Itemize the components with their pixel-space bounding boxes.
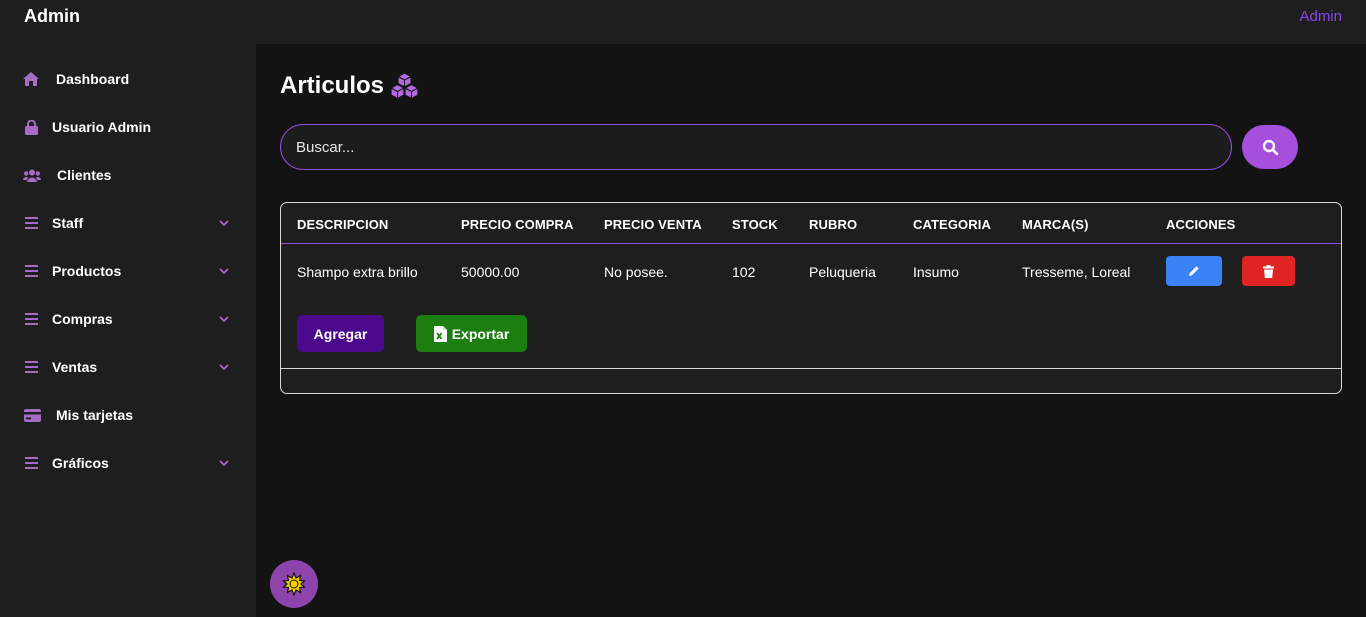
export-button[interactable]: Exportar [416,315,527,352]
sidebar-item-dashboard[interactable]: Dashboard [0,59,256,99]
delete-button[interactable] [1242,256,1295,286]
search-icon [1262,139,1278,155]
menu-icon [23,215,39,231]
cell-rubro: Peluqueria [809,264,876,280]
column-header-rubro: RUBRO [809,217,858,232]
search-button[interactable] [1242,125,1298,169]
home-icon [23,71,39,87]
sidebar-item-mis-tarjetas[interactable]: Mis tarjetas [0,395,256,435]
chevron-down-icon [219,220,229,227]
cell-marcas: Tresseme, Loreal [1022,264,1131,280]
sidebar-item-staff[interactable]: Staff [0,203,256,243]
menu-icon [23,263,39,279]
sidebar-item-label: Mis tarjetas [56,407,134,423]
table-row: Shampo extra brillo 50000.00 No posee. 1… [281,245,1341,297]
column-header-categoria: CATEGORIA [913,217,991,232]
column-header-descripcion: DESCRIPCION [297,217,389,232]
theme-toggle-button[interactable] [270,560,318,608]
sidebar-item-label: Gráficos [52,455,109,471]
sidebar-item-usuario-admin[interactable]: Usuario Admin [0,107,256,147]
sidebar-item-ventas[interactable]: Ventas [0,347,256,387]
sidebar-item-productos[interactable]: Productos [0,251,256,291]
menu-icon [23,311,39,327]
chevron-down-icon [219,460,229,467]
sidebar-item-label: Staff [52,215,84,231]
sidebar-item-label: Compras [52,311,113,327]
column-header-marcas: MARCA(S) [1022,217,1089,232]
column-header-precio-compra: PRECIO COMPRA [461,217,574,232]
add-article-button[interactable]: Agregar [297,315,384,352]
sidebar-item-compras[interactable]: Compras [0,299,256,339]
cell-precio-compra: 50000.00 [461,264,520,280]
chevron-down-icon [219,316,229,323]
cell-precio-venta: No posee. [604,264,668,280]
users-icon [23,167,41,183]
page-title: Articulos [280,72,419,100]
main-content: Articulos DESCRIPCION PRECIO COMPRA PREC… [256,44,1366,617]
column-header-acciones: ACCIONES [1166,217,1236,232]
column-header-precio-venta: PRECIO VENTA [604,217,702,232]
sidebar-item-label: Dashboard [56,71,130,87]
sidebar-item-label: Ventas [52,359,98,375]
brand-title[interactable]: Admin [24,6,80,27]
table-header: DESCRIPCION PRECIO COMPRA PRECIO VENTA S… [281,203,1341,244]
menu-icon [23,359,39,375]
sidebar-item-clientes[interactable]: Clientes [0,155,256,195]
pencil-icon [1189,266,1199,276]
trash-icon [1263,264,1274,278]
sidebar-item-label: Clientes [57,167,112,183]
export-button-label: Exportar [451,325,510,342]
file-excel-icon [433,325,447,342]
sidebar-item-graficos[interactable]: Gráficos [0,443,256,483]
sidebar-item-label: Usuario Admin [52,119,152,135]
top-navbar: Admin Admin [0,0,1366,44]
card-divider [281,368,1341,369]
search-input[interactable] [280,124,1232,170]
menu-icon [23,455,39,471]
sidebar-item-label: Productos [52,263,122,279]
sun-icon [282,572,306,596]
edit-button[interactable] [1166,256,1222,286]
user-menu-link[interactable]: Admin [1299,8,1342,25]
chevron-down-icon [219,364,229,371]
cell-categoria: Insumo [913,264,959,280]
articles-table-card: DESCRIPCION PRECIO COMPRA PRECIO VENTA S… [280,202,1342,394]
page-title-text: Articulos [280,72,385,99]
column-header-stock: STOCK [732,217,778,232]
cubes-icon [390,72,419,100]
lock-icon [23,119,39,135]
chevron-down-icon [219,268,229,275]
sidebar: Dashboard Usuario Admin Clientes Staff P… [0,44,256,617]
credit-card-icon [23,407,41,423]
cell-descripcion: Shampo extra brillo [297,264,418,280]
cell-stock: 102 [732,264,756,280]
